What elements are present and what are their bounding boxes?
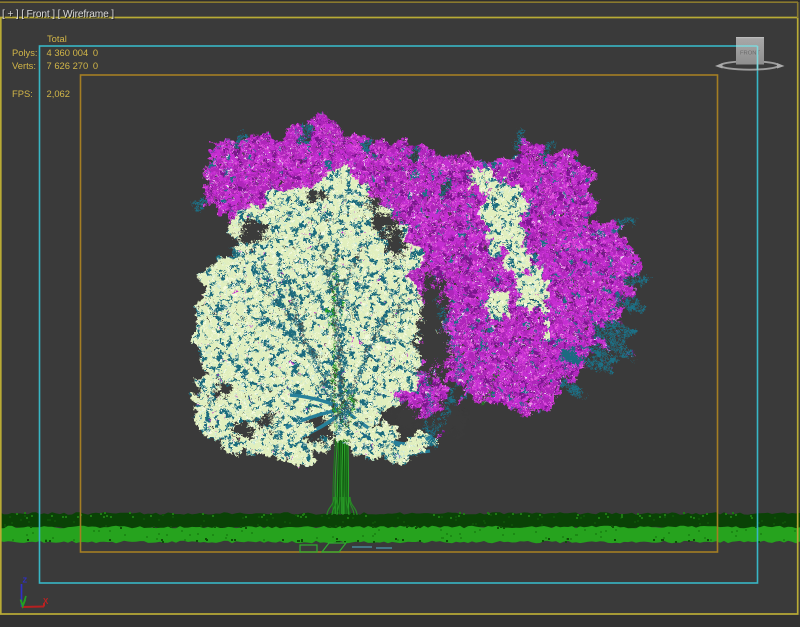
svg-text:Z: Z	[23, 576, 28, 585]
svg-text:X: X	[43, 597, 49, 606]
